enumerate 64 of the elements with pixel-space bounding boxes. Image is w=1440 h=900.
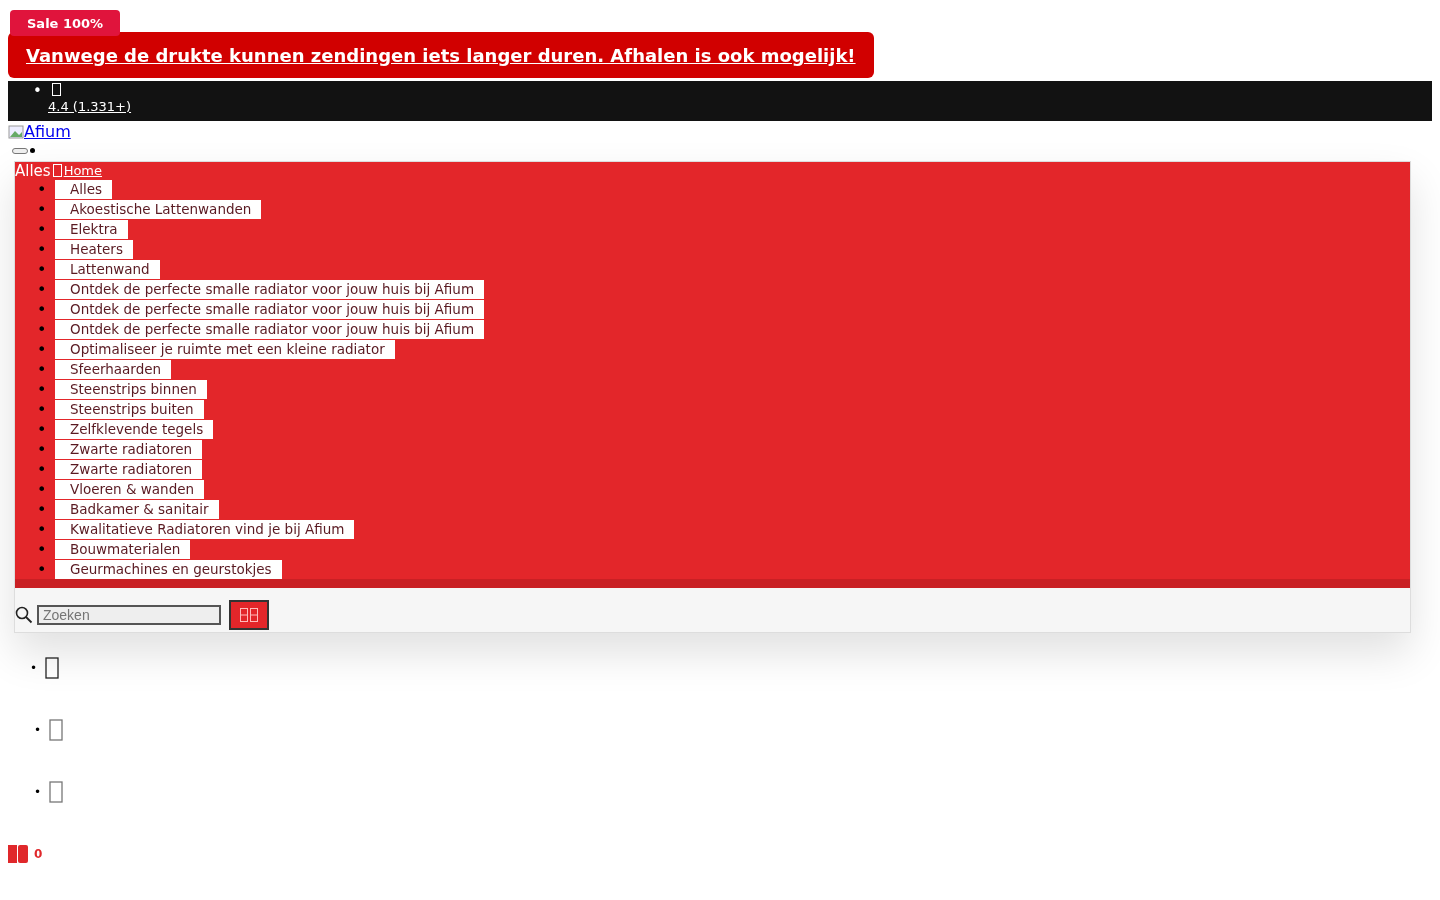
broken-image-icon [8,123,24,140]
missing-glyph-icon[interactable] [45,656,60,679]
list-bullet: • [37,219,48,239]
list-bullet: • [37,519,48,539]
list-bullet: • [37,199,48,219]
list-bullet: • [34,721,42,737]
list-bullet: • [37,299,48,319]
category-menu-item[interactable]: Steenstrips binnen [55,379,207,399]
category-menu-item[interactable]: Heaters [55,239,133,259]
category-menu-item[interactable]: Optimaliseer je ruimte met een kleine radiator [55,339,395,359]
missing-glyph-icon [52,83,62,96]
bullet-dot [30,148,35,153]
category-menu-item[interactable]: Badkamer & sanitair [55,499,219,519]
dropdown-label[interactable]: Alles [15,161,51,180]
category-menu-item[interactable]: Zwarte radiatoren [55,439,203,459]
missing-glyph-icon [240,607,258,622]
list-bullet: • [30,659,38,675]
list-bullet: • [33,84,43,99]
list-bullet: • [37,419,48,439]
category-menu-item[interactable]: Vloeren & wanden [55,479,205,499]
search-icon [15,605,33,624]
list-bullet: • [37,359,48,379]
category-menu-item[interactable]: Kwalitatieve Radiatoren vind je bij Afium [55,519,355,539]
cart-count: 0 [34,846,43,861]
list-bullet: • [37,479,48,499]
sale-badge: Sale 100% [10,10,121,36]
list-bullet: • [37,319,48,339]
rating-link[interactable]: 4.4 (1.331+) [48,99,132,114]
list-bullet: • [37,539,48,559]
category-menu-item[interactable]: Ontdek de perfecte smalle radiator voor jouw huis bij Afium [55,299,485,319]
list-bullet: • [37,279,48,299]
cart-icon[interactable] [8,844,29,863]
category-menu-item[interactable]: Sfeerhaarden [55,359,172,379]
category-menu-item[interactable]: Akoestische Lattenwanden [55,199,262,219]
category-menu-item[interactable]: Steenstrips buiten [55,399,204,419]
missing-glyph-icon [52,164,62,177]
list-bullet: • [37,459,48,479]
notice-link[interactable]: Vanwege de drukte kunnen zendingen iets langer duren. Afhalen is ook mogelijk! [26,45,856,66]
category-menu-item[interactable]: Elektra [55,219,128,239]
list-bullet: • [37,339,48,359]
category-menu-item[interactable]: Bouwmaterialen [55,539,191,559]
search-field[interactable]: Zoeken [37,604,221,625]
list-bullet: • [37,379,48,399]
missing-glyph-icon[interactable] [49,780,64,803]
menu-toggle-button[interactable] [12,147,28,154]
list-bullet: • [37,179,48,199]
list-bullet: • [37,239,48,259]
category-menu-item[interactable]: Zelfklevende tegels [55,419,214,439]
category-menu-item[interactable]: Ontdek de perfecte smalle radiator voor jouw huis bij Afium [55,319,485,339]
list-bullet: • [37,499,48,519]
category-menu-item[interactable]: Geurmachines en geurstokjes [55,559,282,579]
category-menu-item[interactable]: Lattenwand [55,259,160,279]
list-bullet: • [37,439,48,459]
home-link[interactable]: Home [63,163,103,178]
category-menu-item[interactable]: Alles [55,179,113,199]
list-bullet: • [37,559,48,579]
missing-glyph-icon[interactable] [49,718,64,741]
category-menu-item[interactable]: Zwarte radiatoren [55,459,203,479]
category-menu-item[interactable]: Ontdek de perfecte smalle radiator voor jouw huis bij Afium [55,279,485,299]
list-bullet: • [34,783,42,799]
logo-link[interactable]: Afium [8,122,71,141]
list-bullet: • [37,259,48,279]
search-button[interactable] [229,599,269,630]
list-bullet: • [37,399,48,419]
